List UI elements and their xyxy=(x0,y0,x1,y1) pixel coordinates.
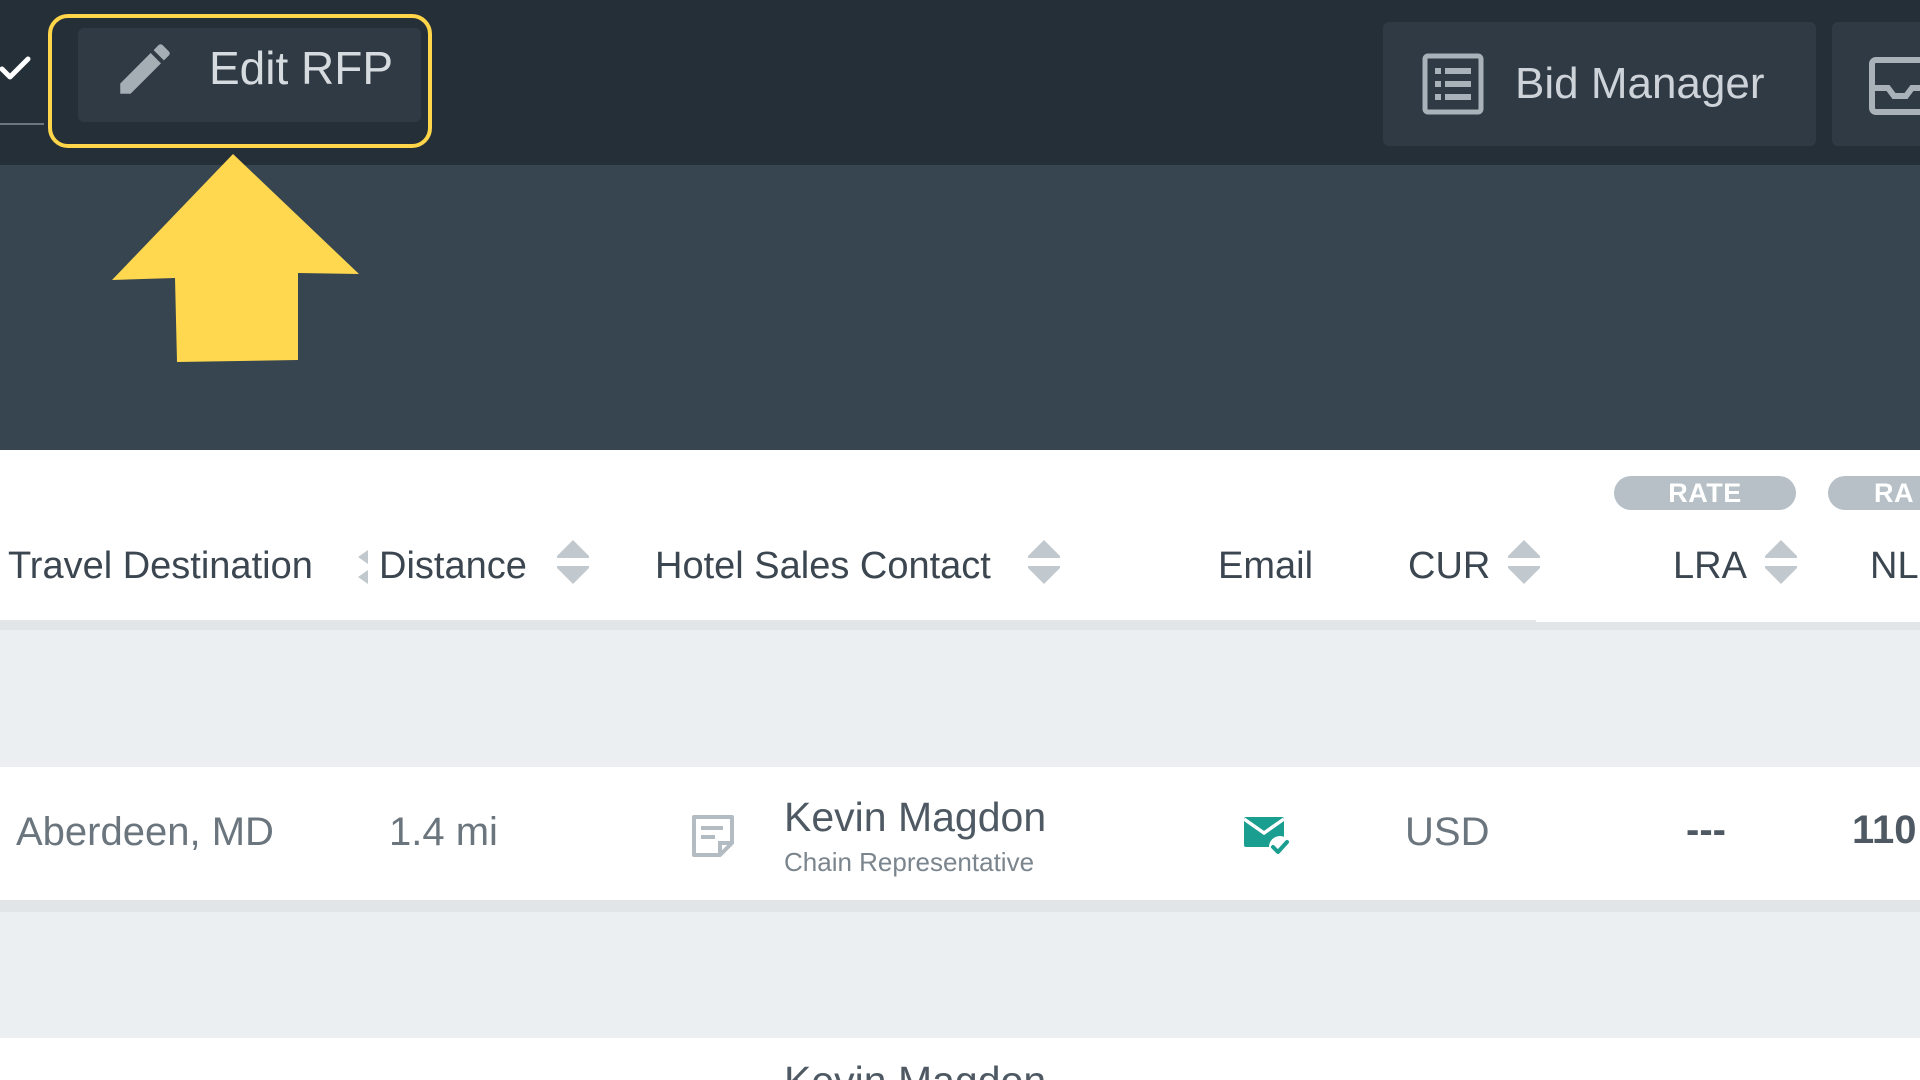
sort-icon[interactable] xyxy=(1765,538,1797,586)
callout-arrow-icon xyxy=(112,154,359,362)
sort-icon[interactable] xyxy=(1028,538,1060,586)
edit-rfp-label: Edit RFP xyxy=(209,42,394,94)
notes-icon[interactable] xyxy=(690,813,736,859)
column-header-distance[interactable]: Distance xyxy=(379,538,527,594)
cell-distance: 1.4 mi xyxy=(389,810,498,854)
header-shadow xyxy=(0,622,1920,630)
table-row[interactable]: Kevin Magdon xyxy=(0,1038,1920,1080)
column-header-email: Email xyxy=(1218,545,1314,587)
check-icon[interactable] xyxy=(0,50,36,86)
column-header-lra[interactable]: LRA xyxy=(1673,538,1747,594)
pencil-icon xyxy=(120,44,170,94)
column-header-hotel-sales-contact[interactable]: Hotel Sales Contact xyxy=(655,538,991,594)
inbox-button[interactable] xyxy=(1832,22,1920,146)
rate-group-label: RATE xyxy=(1614,476,1796,510)
cell-currency: USD xyxy=(1405,810,1490,854)
edit-rfp-button[interactable]: Edit RFP xyxy=(78,28,421,122)
sort-icon[interactable] xyxy=(557,538,589,586)
email-sent-icon[interactable] xyxy=(1242,815,1294,859)
sort-icon[interactable] xyxy=(352,544,368,592)
row-shadow xyxy=(0,900,1920,912)
column-header-travel-destination[interactable]: Travel Destination xyxy=(8,538,313,594)
column-header-cur[interactable]: CUR xyxy=(1408,538,1490,594)
cell-destination: Aberdeen, MD xyxy=(16,810,274,854)
list-icon xyxy=(1422,53,1484,115)
rate-group-label-2: RA xyxy=(1828,476,1920,510)
tab-underline xyxy=(0,123,44,125)
sort-icon[interactable] xyxy=(1508,538,1540,586)
cell-lra: --- xyxy=(1686,808,1726,852)
contact-name[interactable]: Kevin Magdon xyxy=(784,794,1046,841)
table-row[interactable]: Aberdeen, MD 1.4 mi Kevin Magdon Chain R… xyxy=(0,767,1920,900)
column-header-nl[interactable]: NL xyxy=(1870,538,1919,594)
row-spacer xyxy=(0,912,1920,1038)
inbox-icon xyxy=(1869,57,1920,115)
row-spacer xyxy=(0,630,1920,767)
bid-manager-button[interactable]: Bid Manager xyxy=(1383,22,1816,146)
cell-nl-rate[interactable]: 110 xyxy=(1852,808,1917,853)
contact-name[interactable]: Kevin Magdon xyxy=(784,1058,1046,1080)
bid-manager-label: Bid Manager xyxy=(1515,59,1765,108)
contact-role: Chain Representative xyxy=(784,847,1035,877)
top-toolbar: Edit RFP Bid Manager xyxy=(0,0,1920,165)
